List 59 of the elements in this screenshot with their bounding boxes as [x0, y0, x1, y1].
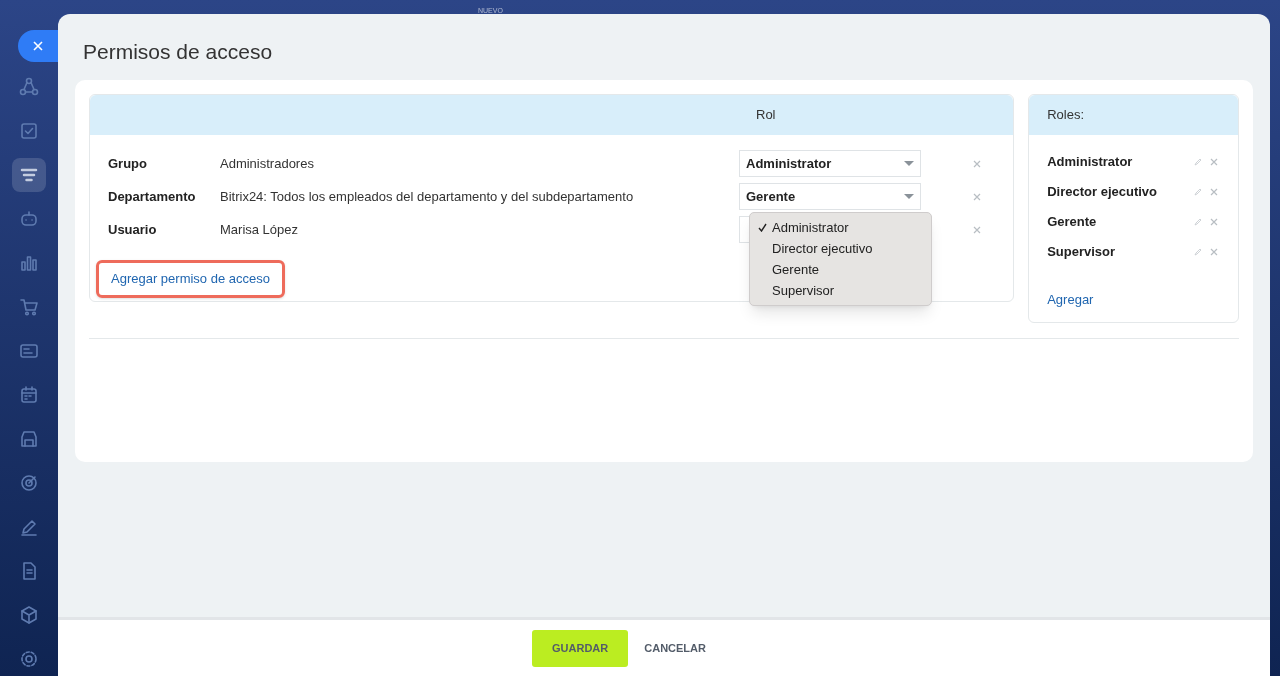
row-type-label: Usuario: [107, 220, 158, 239]
robot-icon: [18, 209, 39, 229]
add-permission-link[interactable]: Agregar permiso de acceso: [96, 260, 285, 298]
close-icon: [973, 192, 981, 201]
role-name: Administrator: [1047, 153, 1134, 172]
save-button[interactable]: GUARDAR: [532, 629, 629, 667]
role-name: Gerente: [1047, 213, 1098, 232]
close-icon: [1210, 218, 1218, 226]
dropdown-option[interactable]: Administrator: [750, 217, 931, 238]
close-icon: [1210, 248, 1218, 256]
pencil-icon: [1194, 158, 1202, 166]
row-type-label: Grupo: [107, 154, 148, 173]
edit-button[interactable]: [1194, 217, 1204, 227]
cart-icon: [18, 297, 39, 317]
gear-icon: [18, 649, 39, 669]
share-icon: [18, 77, 39, 97]
sidebar-item[interactable]: [11, 158, 46, 192]
caret-icon: [904, 160, 914, 167]
caret-icon: [904, 193, 914, 200]
column-header: Rol: [756, 106, 776, 125]
calendar-icon: [18, 385, 39, 405]
row-name: Administradores: [220, 154, 315, 173]
row-name: Marisa López: [220, 220, 300, 239]
close-icon: [1210, 188, 1218, 196]
role-name: Director ejecutivo: [1047, 183, 1158, 202]
row-name: Bitrix24: Todos los empleados del departamento y del subdepartamento: [220, 187, 635, 206]
row-type-label: Departamento: [107, 187, 197, 206]
dropdown-option[interactable]: Gerente: [750, 259, 931, 280]
remove-button[interactable]: [1210, 187, 1220, 197]
roles-title: Roles:: [1047, 106, 1085, 125]
cube-icon: [18, 605, 39, 625]
role-name: Supervisor: [1047, 243, 1117, 262]
target-icon: [18, 473, 39, 493]
pencil-icon: [18, 517, 39, 537]
edit-button[interactable]: [1194, 187, 1204, 197]
close-icon: [973, 159, 981, 168]
remove-button[interactable]: [1210, 157, 1220, 167]
pencil-icon: [1194, 218, 1202, 226]
cancel-button[interactable]: CANCELAR: [644, 629, 706, 667]
pencil-icon: [1194, 188, 1202, 196]
add-role-link[interactable]: Agregar: [1047, 292, 1094, 307]
close-button[interactable]: [18, 30, 58, 62]
pencil-icon: [1194, 248, 1202, 256]
close-icon: [1210, 158, 1218, 166]
role-select[interactable]: Gerente: [739, 183, 921, 210]
close-icon: [973, 225, 981, 234]
close-icon: [32, 40, 44, 52]
remove-button[interactable]: [1210, 247, 1220, 257]
remove-button[interactable]: [1210, 217, 1220, 227]
dropdown-option[interactable]: Director ejecutivo: [750, 238, 931, 259]
slider-title: Permisos de acceso: [82, 39, 274, 65]
dropdown-option[interactable]: Supervisor: [750, 280, 931, 301]
checkbox-icon: [18, 121, 39, 141]
edit-button[interactable]: [1194, 247, 1204, 257]
edit-button[interactable]: [1194, 157, 1204, 167]
bar-chart-icon: [18, 253, 39, 273]
role-select[interactable]: Administrator: [739, 150, 921, 177]
id-card-icon: [18, 341, 39, 361]
storefront-icon: [18, 429, 39, 449]
